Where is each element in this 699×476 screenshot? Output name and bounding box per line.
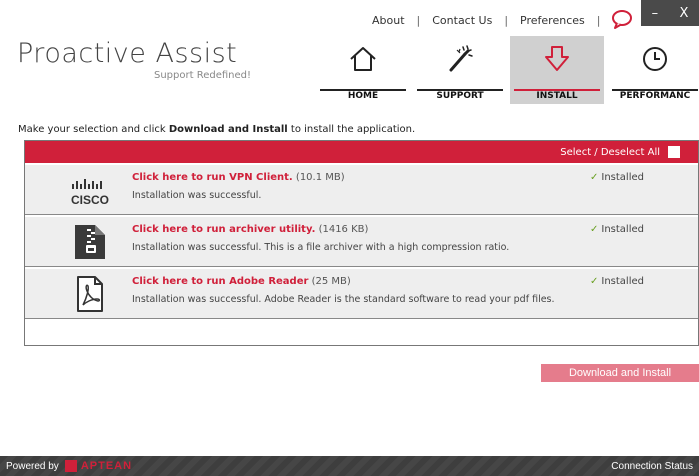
tab-home[interactable]: HOME <box>316 36 410 104</box>
status-text: Installed <box>601 276 644 287</box>
select-all-label: Select / Deselect All <box>560 146 660 158</box>
install-status: ✓ Installed <box>590 276 644 287</box>
app-title-line: Click here to run archiver utility. (141… <box>132 224 368 235</box>
brand-title: Proactive Assist <box>17 38 238 69</box>
about-link[interactable]: About <box>372 14 405 27</box>
app-description: Installation was successful. This is a f… <box>132 242 510 253</box>
connection-status-link[interactable]: Connection Status <box>611 461 693 472</box>
tab-label: SUPPORT <box>436 91 484 101</box>
instruction-text: Make your selection and click Download a… <box>18 124 415 135</box>
app-description: Installation was successful. Adobe Reade… <box>132 294 555 305</box>
install-status: ✓ Installed <box>590 224 644 235</box>
status-text: Installed <box>601 172 644 183</box>
run-adobe-reader-link[interactable]: Click here to run Adobe Reader <box>132 276 308 287</box>
brand-subtitle: Support Redefined! <box>154 70 252 81</box>
preferences-link[interactable]: Preferences <box>520 14 585 27</box>
panel-header: Select / Deselect All <box>25 141 698 163</box>
app-title-line: Click here to run VPN Client. (10.1 MB) <box>132 172 345 183</box>
cisco-bars-icon <box>71 178 102 189</box>
close-button[interactable]: X <box>679 6 688 21</box>
app-size: (25 MB) <box>311 276 351 287</box>
install-status: ✓ Installed <box>590 172 644 183</box>
tab-label: PERFORMANC <box>619 91 691 101</box>
instruction-bold: Download and Install <box>168 124 288 135</box>
tab-support[interactable]: SUPPORT <box>413 36 507 104</box>
check-icon: ✓ <box>590 224 599 235</box>
separator: | <box>416 13 421 27</box>
app-row: CISCO Click here to run VPN Client. (10.… <box>25 165 698 215</box>
select-all-checkbox[interactable] <box>668 146 680 158</box>
status-text: Installed <box>601 224 644 235</box>
check-icon: ✓ <box>590 276 599 287</box>
download-arrow-icon <box>545 46 569 71</box>
powered-by-label: Powered by <box>6 460 59 472</box>
vendor-logo: APTEAN <box>64 460 133 472</box>
download-install-button[interactable]: Download and Install <box>541 364 699 382</box>
vendor-logo-icon <box>64 460 77 472</box>
separator: | <box>504 13 509 27</box>
run-archiver-link[interactable]: Click here to run archiver utility. <box>132 224 315 235</box>
minimize-button[interactable]: – <box>652 6 659 21</box>
chat-bubble-icon[interactable] <box>611 9 633 29</box>
home-icon <box>350 47 376 71</box>
top-links: About | Contact Us | Preferences | <box>372 12 612 28</box>
instruction-after: to install the application. <box>287 124 416 135</box>
tab-install[interactable]: INSTALL <box>510 36 604 104</box>
app-title-line: Click here to run Adobe Reader (25 MB) <box>132 276 351 287</box>
app-description: Installation was successful. <box>132 190 262 201</box>
check-icon: ✓ <box>590 172 599 183</box>
window-controls: – X <box>641 0 699 26</box>
cisco-logo-text: CISCO <box>70 192 109 207</box>
tab-performance[interactable]: PERFORMANC <box>608 36 699 104</box>
tab-label: INSTALL <box>536 91 578 101</box>
separator: | <box>596 13 601 27</box>
app-size: (1416 KB) <box>318 224 369 235</box>
magic-wand-icon <box>449 45 473 72</box>
cisco-logo-icon: CISCO <box>69 171 111 209</box>
tab-label: HOME <box>347 91 379 101</box>
run-vpn-link[interactable]: Click here to run VPN Client. <box>132 172 293 183</box>
clock-icon <box>643 47 667 71</box>
footer-bar: Powered by APTEAN Connection Status <box>0 456 699 476</box>
pdf-document-icon <box>69 275 111 313</box>
app-list-panel: Select / Deselect All CISCO Click here t… <box>24 140 699 346</box>
instruction-before: Make your selection and click <box>18 124 169 135</box>
zip-archive-icon <box>69 223 111 261</box>
app-size: (10.1 MB) <box>295 172 345 183</box>
contact-us-link[interactable]: Contact Us <box>432 14 492 27</box>
app-row: Click here to run Adobe Reader (25 MB) I… <box>25 269 698 319</box>
vendor-name: APTEAN <box>80 460 133 472</box>
app-row: Click here to run archiver utility. (141… <box>25 217 698 267</box>
